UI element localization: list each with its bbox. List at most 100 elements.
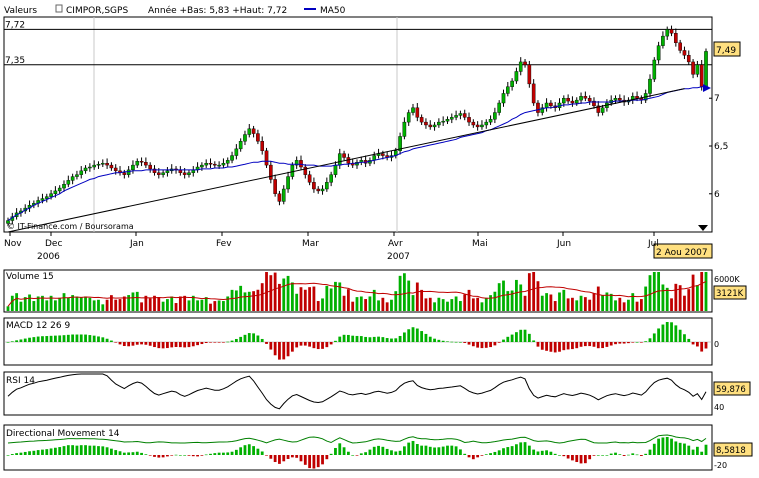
scroll-down-icon[interactable] bbox=[698, 225, 708, 231]
candle-body bbox=[303, 166, 308, 175]
dm-bar bbox=[644, 453, 648, 455]
volume-bar bbox=[407, 280, 411, 311]
volume-bar bbox=[230, 289, 234, 311]
macd-tick-zero: 0 bbox=[714, 340, 719, 349]
last-price-label: 7,49 bbox=[716, 46, 736, 56]
dm-bar bbox=[605, 455, 609, 456]
dm-bar bbox=[381, 446, 385, 455]
candle-body bbox=[531, 83, 536, 104]
candle-body bbox=[269, 164, 273, 180]
dm-bar bbox=[36, 450, 40, 455]
volume-bar bbox=[670, 298, 673, 311]
volume-bar bbox=[355, 297, 359, 311]
volume-bar bbox=[88, 297, 92, 311]
candle-body bbox=[471, 121, 476, 126]
dm-bar bbox=[191, 455, 195, 457]
dm-bar bbox=[402, 446, 406, 455]
candle-body bbox=[307, 174, 312, 183]
candle-body bbox=[88, 166, 92, 169]
volume-bar bbox=[105, 299, 109, 311]
dm-bar bbox=[75, 445, 79, 455]
candle-body bbox=[187, 172, 191, 175]
candle-body bbox=[661, 35, 665, 46]
dm-bar bbox=[609, 453, 613, 455]
dm-bar bbox=[247, 444, 251, 455]
candle-body bbox=[57, 187, 62, 192]
macd-bar bbox=[118, 342, 122, 345]
candle-body bbox=[277, 193, 282, 202]
dm-bar bbox=[372, 446, 376, 455]
volume-bar bbox=[308, 287, 312, 311]
dm-bar bbox=[588, 455, 592, 460]
symbol-checkbox[interactable] bbox=[55, 4, 63, 13]
rsi-last-label: 59,876 bbox=[716, 385, 746, 395]
volume-bar bbox=[299, 287, 303, 311]
volume-bar bbox=[622, 302, 626, 311]
candle-body bbox=[200, 164, 204, 168]
dm-bar bbox=[110, 448, 113, 455]
candle-body bbox=[113, 167, 118, 172]
dm-bar bbox=[627, 454, 630, 456]
dm-bar bbox=[200, 455, 204, 456]
volume-bar bbox=[97, 299, 100, 311]
ma-legend-label: MA50 bbox=[320, 6, 346, 16]
macd-bar bbox=[390, 338, 393, 342]
macd-bars bbox=[4, 322, 712, 360]
price-tick-label: 7,35 bbox=[5, 56, 25, 66]
candle-body bbox=[256, 133, 260, 142]
candle-body bbox=[536, 102, 540, 113]
dm-bar bbox=[273, 455, 277, 463]
macd-bar bbox=[381, 337, 385, 342]
macd-bar bbox=[571, 342, 574, 350]
dm-bar bbox=[433, 447, 436, 455]
macd-bar bbox=[402, 332, 406, 342]
macd-bar bbox=[385, 338, 389, 342]
candle-body bbox=[527, 64, 532, 85]
volume-bar bbox=[424, 298, 428, 311]
dm-bar bbox=[260, 451, 264, 455]
chart-canvas: Valeurs CIMPOR,SGPS Année +Bas: 5,83 +Ha… bbox=[3, 4, 753, 471]
macd-bar bbox=[558, 342, 561, 352]
dm-bar bbox=[359, 453, 363, 455]
candle-body bbox=[652, 59, 657, 80]
candle-body bbox=[618, 98, 622, 101]
macd-bar bbox=[545, 342, 548, 351]
volume-bar bbox=[566, 298, 570, 311]
macd-bar bbox=[601, 342, 604, 349]
dm-bar bbox=[342, 447, 346, 455]
volume-bar bbox=[463, 294, 467, 311]
macd-bar bbox=[92, 335, 96, 342]
macd-bar bbox=[411, 327, 415, 342]
volume-bar bbox=[402, 273, 406, 311]
volume-bar bbox=[493, 291, 497, 311]
macd-bar bbox=[683, 334, 686, 342]
dm-bar bbox=[226, 452, 230, 455]
macd-bar bbox=[424, 333, 428, 342]
volume-bar bbox=[476, 297, 480, 311]
candle-body bbox=[157, 172, 161, 175]
macd-bar bbox=[553, 342, 557, 353]
dm-bar bbox=[377, 445, 380, 455]
macd-bar bbox=[243, 334, 247, 342]
candle-body bbox=[247, 128, 252, 135]
macd-bar bbox=[355, 335, 359, 342]
dm-bar bbox=[286, 455, 290, 459]
candle-body bbox=[131, 164, 135, 171]
dm-bar bbox=[549, 451, 553, 455]
macd-bar bbox=[687, 338, 691, 342]
volume-bar bbox=[273, 272, 277, 311]
candle-body bbox=[260, 141, 265, 151]
rsi-title: RSI 14 bbox=[6, 376, 35, 386]
volume-bar bbox=[536, 281, 540, 311]
volume-bar bbox=[454, 296, 458, 311]
candle-body bbox=[316, 188, 321, 192]
dm-bar bbox=[234, 449, 238, 455]
candle-body bbox=[493, 112, 497, 120]
volume-bar bbox=[459, 301, 462, 311]
dm-bar bbox=[351, 455, 355, 456]
volume-bar bbox=[484, 297, 488, 311]
dm-bar bbox=[101, 446, 105, 455]
dm-bar bbox=[571, 455, 574, 461]
dm-bar bbox=[566, 455, 570, 459]
macd-bar bbox=[338, 336, 342, 342]
